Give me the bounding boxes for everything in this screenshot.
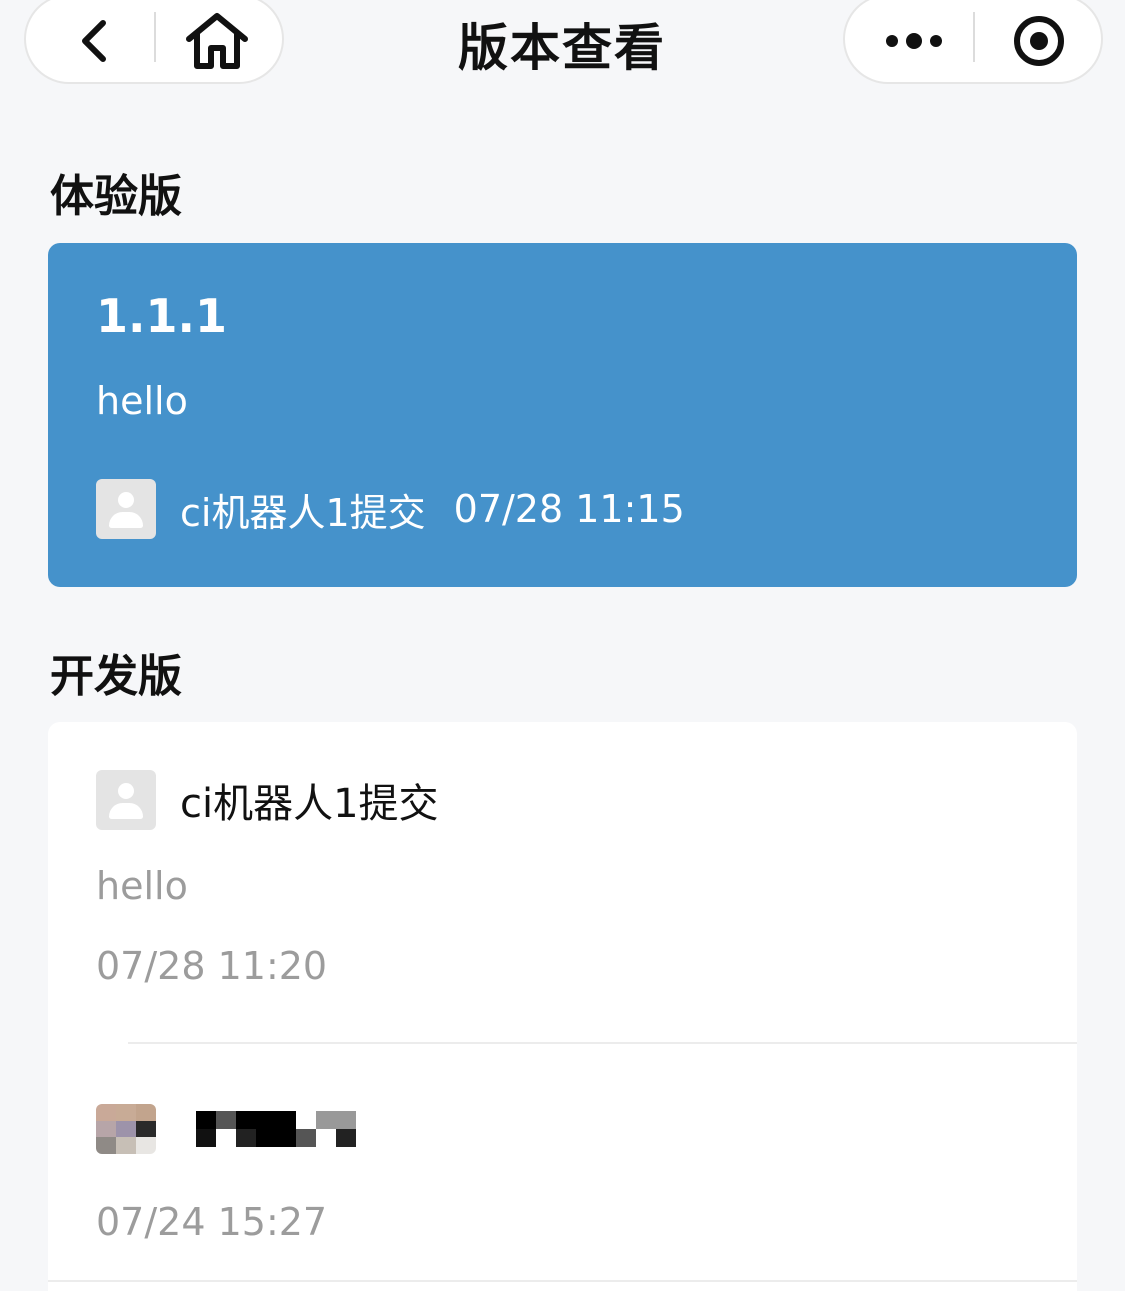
submit-time: 07/28 11:15	[453, 487, 685, 531]
more-button[interactable]	[875, 2, 953, 80]
list-item-header: ci机器人1提交	[96, 770, 439, 830]
submitter-label: ci机器人1提交	[180, 490, 426, 535]
version-meta: ci机器人1提交 07/28 11:15	[96, 479, 685, 539]
submitter-label: ci机器人1提交	[180, 781, 439, 827]
page: 版本查看 体验版 1.1.1 hello ci机器人1提交 07/28 11:1…	[0, 0, 1125, 1291]
submit-time: 07/24 15:27	[96, 1200, 328, 1244]
avatar	[96, 1104, 156, 1154]
list-item-header	[96, 1104, 356, 1154]
avatar	[96, 770, 156, 830]
list-item[interactable]: 07/24 15:27	[48, 1044, 1077, 1280]
version-number: 1.1.1	[96, 289, 227, 343]
version-description: hello	[96, 379, 188, 423]
experience-section-title: 体验版	[50, 171, 182, 222]
capsule-divider	[973, 12, 975, 62]
capsule-divider	[154, 12, 156, 62]
experience-version-card[interactable]: 1.1.1 hello ci机器人1提交 07/28 11:15	[48, 243, 1077, 587]
submitter-label	[196, 1111, 356, 1147]
back-button[interactable]	[56, 2, 134, 80]
submit-time: 07/28 11:20	[96, 944, 328, 988]
nav-right-capsule	[843, 0, 1103, 84]
chevron-left-icon	[82, 20, 106, 62]
home-button[interactable]	[178, 2, 256, 80]
page-title: 版本查看	[458, 19, 666, 77]
list-item[interactable]: ci机器人1提交 hello 07/28 11:20	[48, 722, 1077, 1042]
home-icon	[186, 13, 248, 69]
development-version-list: ci机器人1提交 hello 07/28 11:20 07/24 15:27	[48, 722, 1077, 1291]
close-miniprogram-button[interactable]	[1000, 2, 1078, 80]
avatar	[96, 479, 156, 539]
development-section-title: 开发版	[50, 651, 182, 702]
version-description: hello	[96, 864, 188, 908]
more-dots-icon	[886, 33, 942, 49]
target-circle-icon	[1014, 16, 1064, 66]
nav-left-capsule	[24, 0, 284, 84]
list-divider	[48, 1280, 1077, 1282]
